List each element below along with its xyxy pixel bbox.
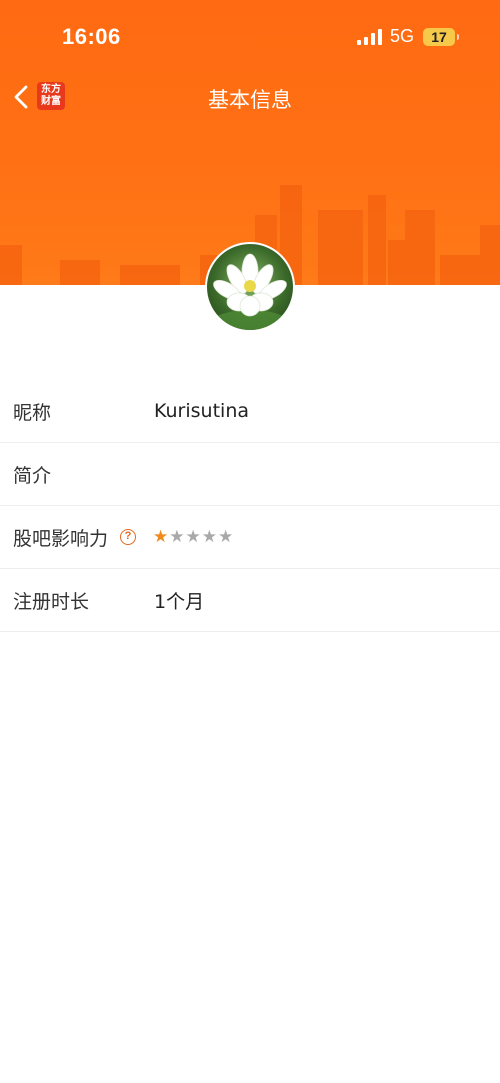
nickname-value: Kurisutina bbox=[154, 400, 249, 422]
star-icon: ★ bbox=[185, 527, 202, 547]
status-bar: 16:06 5G 17 bbox=[0, 0, 500, 75]
row-nickname[interactable]: 昵称 Kurisutina bbox=[0, 380, 500, 443]
row-registration: 注册时长 1个月 bbox=[0, 569, 500, 632]
battery-icon: 17 bbox=[423, 28, 459, 46]
star-icon: ★ bbox=[201, 527, 218, 547]
bio-label: 简介 bbox=[13, 464, 52, 487]
nickname-label: 昵称 bbox=[13, 401, 52, 424]
row-influence: 股吧影响力 ? ★★★★★ bbox=[0, 506, 500, 569]
star-icon: ★ bbox=[153, 527, 170, 547]
signal-strength-icon bbox=[357, 29, 382, 45]
registration-value: 1个月 bbox=[154, 590, 205, 613]
question-circle-icon[interactable]: ? bbox=[120, 529, 136, 545]
registration-label: 注册时长 bbox=[13, 590, 90, 613]
lotus-flower-image bbox=[210, 253, 290, 330]
row-bio[interactable]: 简介 bbox=[0, 443, 500, 506]
star-icon: ★ bbox=[218, 527, 235, 547]
profile-info-list: 昵称 Kurisutina 简介 股吧影响力 ? ★★★★★ 注册时长 1个月 bbox=[0, 380, 500, 632]
page-title: 基本信息 bbox=[208, 88, 292, 112]
influence-rating: ★★★★★ bbox=[153, 527, 234, 547]
star-icon: ★ bbox=[169, 527, 186, 547]
influence-label: 股吧影响力 bbox=[13, 527, 109, 550]
status-time: 16:06 bbox=[62, 24, 121, 49]
avatar[interactable] bbox=[205, 242, 295, 332]
network-type: 5G bbox=[390, 26, 415, 46]
